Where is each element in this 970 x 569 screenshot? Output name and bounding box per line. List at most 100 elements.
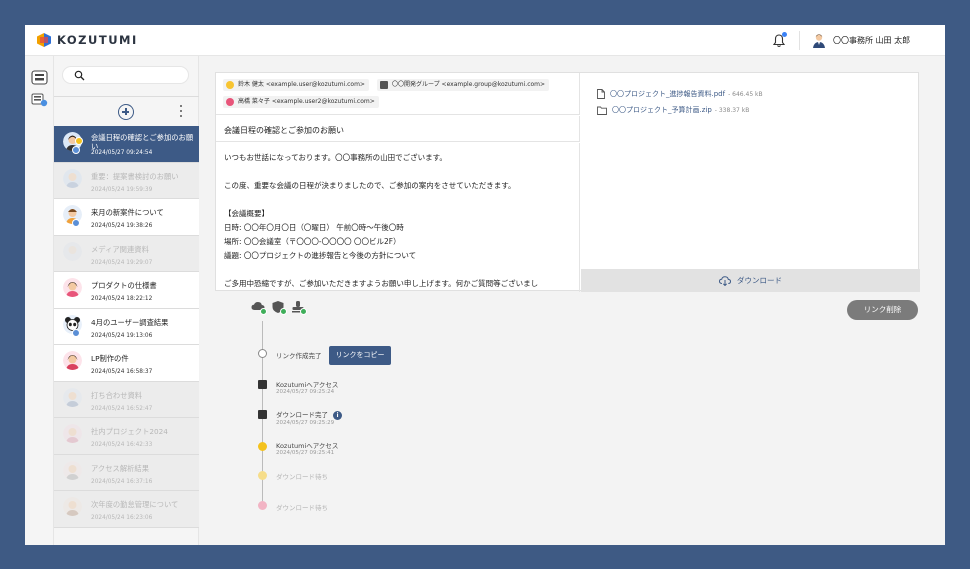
status-badge <box>72 328 80 337</box>
attachment-item[interactable]: 〇〇プロジェクト_進捗報告資料.pdf - 646.45 kB <box>597 89 763 99</box>
more-options-icon[interactable] <box>179 105 183 117</box>
list-item[interactable]: メディア関連資料 2024/05/24 19:29:07 <box>54 235 199 272</box>
item-title: アクセス解析結果 <box>91 463 150 473</box>
body-line <box>224 165 571 179</box>
body-line: この度、重要な会議の日程が決まりましたので、ご参加の案内をさせていただきます。 <box>224 181 516 190</box>
item-title: 社内プロジェクト2024 <box>91 427 168 436</box>
logo-text: KOZUTUMI <box>57 33 138 47</box>
event-text: ダウンロード待ち <box>276 504 328 512</box>
recipient-chip[interactable]: 鈴木 健太 <example.user@kozutumi.com> <box>223 79 369 91</box>
file-icon <box>597 89 605 99</box>
avatar-dot <box>258 471 267 480</box>
attachment-name: 〇〇プロジェクト_予算計画.zip <box>612 106 712 114</box>
attachment-item[interactable]: 〇〇プロジェクト_予算計画.zip - 338.37 kB <box>597 105 749 115</box>
delete-link-button[interactable]: リンク削除 <box>847 300 918 320</box>
status-badge <box>72 146 80 154</box>
avatar <box>63 278 82 297</box>
icon-rail <box>25 56 54 545</box>
message-card: 鈴木 健太 <example.user@kozutumi.com> 〇〇開発グル… <box>215 72 920 292</box>
item-date: 2024/05/27 09:24:54 <box>91 150 153 156</box>
divider <box>54 96 199 97</box>
body-line <box>224 263 571 277</box>
attachment-list: 〇〇プロジェクト_進捗報告資料.pdf - 646.45 kB 〇〇プロジェクト… <box>581 73 920 269</box>
item-date: 2024/05/24 19:13:06 <box>91 332 153 339</box>
check-icon <box>280 308 287 315</box>
recipient-list: 鈴木 健太 <example.user@kozutumi.com> 〇〇開発グル… <box>216 73 580 115</box>
item-date: 2024/05/24 16:52:47 <box>91 405 153 412</box>
event-text: Kozutumiへアクセス <box>276 381 339 389</box>
event-text: ダウンロード完了 i <box>276 409 342 420</box>
list-item[interactable]: アクセス解析結果 2024/05/24 16:37:16 <box>54 454 199 491</box>
timeline-dot <box>258 349 267 358</box>
list-item[interactable]: 重要：提案書検討のお願い 2024/05/24 19:59:39 <box>54 162 199 199</box>
mail-body: いつもお世話になっております。〇〇事務所の山田でございます。 この度、重要な会議… <box>216 143 580 292</box>
event-text: Kozutumiへアクセス <box>276 442 339 450</box>
recipient-chip[interactable]: 〇〇開発グループ <example.group@kozutumi.com> <box>377 79 550 91</box>
search-input[interactable] <box>62 66 189 84</box>
bell-icon[interactable] <box>772 32 787 48</box>
avatar <box>226 98 234 106</box>
search-icon <box>74 70 85 81</box>
status-badge <box>72 219 80 227</box>
list-item[interactable]: 社内プロジェクト2024 2024/05/24 16:42:33 <box>54 418 199 455</box>
divider <box>799 31 800 50</box>
desktop-icon <box>258 410 267 419</box>
avatar <box>226 81 234 89</box>
logo-mark-icon <box>37 33 51 47</box>
shared-files-icon[interactable] <box>31 92 48 107</box>
logo[interactable]: KOZUTUMI <box>37 33 138 47</box>
message-sidebar: 会議日程の確認とご参加のお願い 2024/05/27 09:24:54 重要：提… <box>54 56 199 545</box>
avatar <box>63 351 82 370</box>
item-title: プロダクトの仕様書 <box>91 281 157 290</box>
cloud-download-icon <box>719 275 731 286</box>
item-date: 2024/05/24 16:23:06 <box>91 515 153 521</box>
body-line: 【会議概要】 <box>224 209 269 218</box>
list-item[interactable]: 会議日程の確認とご参加のお願い 2024/05/27 09:24:54 <box>54 126 199 163</box>
check-icon <box>260 308 267 315</box>
list-item[interactable]: プロダクトの仕様書 2024/05/24 18:22:12 <box>54 272 199 309</box>
list-item[interactable]: 打ち合わせ資料 2024/05/24 16:52:47 <box>54 381 199 418</box>
body-line <box>224 193 571 207</box>
attachment-size: - 646.45 kB <box>728 90 763 98</box>
avatar <box>63 497 82 516</box>
avatar <box>63 387 82 407</box>
avatar-dot <box>258 501 267 510</box>
item-date: 2024/05/24 16:42:33 <box>91 442 153 448</box>
folder-icon <box>597 106 607 115</box>
recipient-label: 鈴木 健太 <example.user@kozutumi.com> <box>238 81 365 88</box>
list-item[interactable]: LP制作の件 2024/05/24 16:58:37 <box>54 345 199 382</box>
shield-icon <box>271 299 287 315</box>
recipient-label: 〇〇開発グループ <example.group@kozutumi.com> <box>392 81 546 88</box>
avatar <box>63 168 82 188</box>
app-window: KOZUTUMI 〇〇事務所 山田 太郎 会議日程の確認とご参加のお願い 202… <box>25 25 945 545</box>
list-item[interactable]: 4月のユーザー調査結果 2024/05/24 19:13:06 <box>54 308 199 345</box>
recipient-chip[interactable]: 高橋 菜々子 <example.user2@kozutumi.com> <box>223 96 379 108</box>
event-time: 2024/05/27 09:25:29 <box>276 420 335 426</box>
top-bar: KOZUTUMI 〇〇事務所 山田 太郎 <box>25 25 945 56</box>
info-icon[interactable]: i <box>333 411 342 420</box>
new-message-button[interactable] <box>118 104 134 120</box>
status-icons <box>251 299 307 315</box>
inbox-icon[interactable] <box>31 70 48 85</box>
copy-link-button[interactable]: リンクをコピー <box>329 346 391 365</box>
download-button[interactable]: ダウンロード <box>581 269 920 292</box>
event-time: 2024/05/27 09:25:41 <box>276 450 335 456</box>
link-created-label: リンク作成完了 <box>276 352 322 360</box>
avatar <box>63 424 82 443</box>
event-time: 2024/05/27 09:25:24 <box>276 389 335 395</box>
recipient-label: 高橋 菜々子 <example.user2@kozutumi.com> <box>238 98 375 105</box>
user-name[interactable]: 〇〇事務所 山田 太郎 <box>833 35 910 46</box>
item-title: 次年度の勤怠管理について <box>91 500 179 509</box>
status-badge <box>75 137 83 145</box>
event-text: ダウンロード待ち <box>276 473 328 481</box>
list-item[interactable]: 来月の新案件について 2024/05/24 19:38:26 <box>54 199 199 236</box>
user-avatar[interactable] <box>811 32 827 48</box>
item-title: LP制作の件 <box>91 354 129 363</box>
item-title: メディア関連資料 <box>91 244 149 254</box>
body-line: ご多用中恐縮ですが、ご参加いただきますようお願い申し上げます。何かご質問等ござい… <box>224 279 539 288</box>
list-item[interactable]: 次年度の勤怠管理について 2024/05/24 16:23:06 <box>54 491 199 528</box>
body-line: 日時: 〇〇年〇月〇日（〇曜日） 午前〇時〜午後〇時 <box>224 223 404 232</box>
cloud-upload-icon <box>251 299 267 315</box>
item-date: 2024/05/24 19:29:07 <box>91 259 153 266</box>
item-title: 重要：提案書検討のお願い <box>91 171 179 181</box>
